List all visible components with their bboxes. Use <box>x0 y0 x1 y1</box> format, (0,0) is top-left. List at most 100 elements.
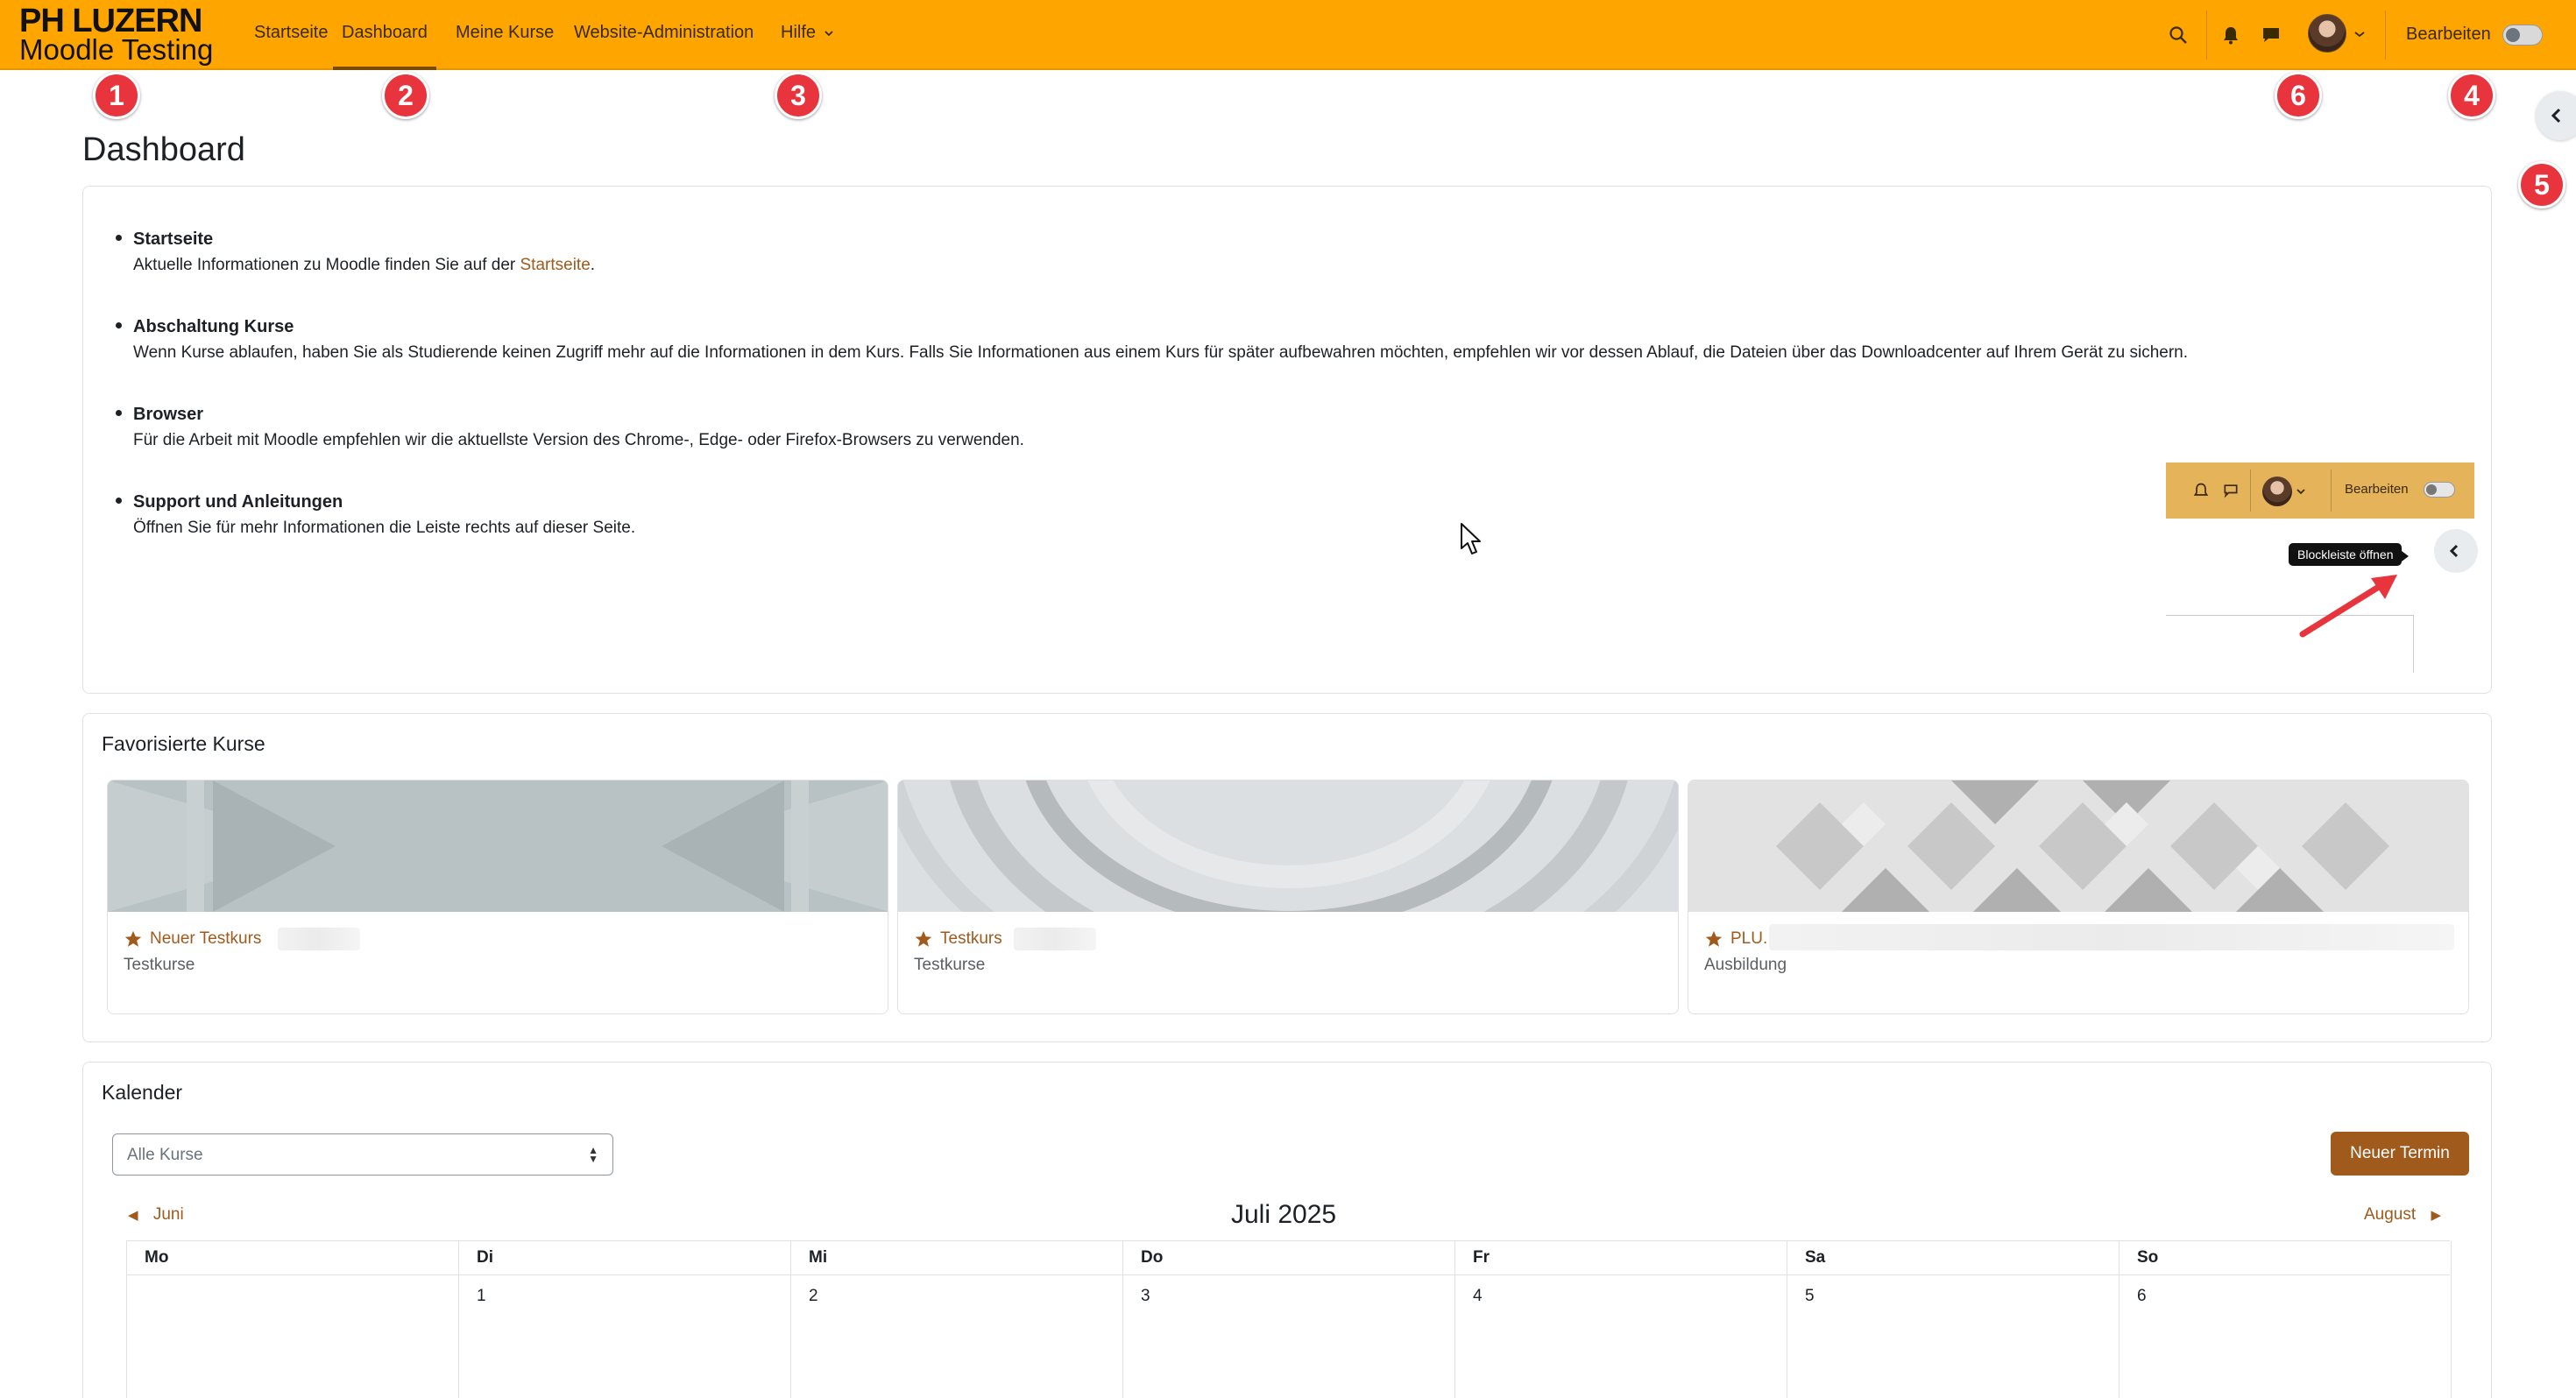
info-text: Wenn Kurse ablaufen, haben Sie als Studi… <box>133 343 2188 362</box>
calendar-grid: Mo Di 1 Mi 2 Do 3 Fr 4 Sa 5 So 6 <box>126 1240 2452 1398</box>
calendar-column: Do 3 <box>1123 1241 1455 1398</box>
avatar[interactable] <box>2308 14 2346 53</box>
annotation-badge-5: 5 <box>2518 161 2565 208</box>
course-category: Testkurse <box>124 956 195 974</box>
calendar-month-title: Juli 2025 <box>1231 1200 1337 1229</box>
course-filter-value: Alle Kurse <box>127 1146 203 1164</box>
info-text: Öffnen Sie für mehr Informationen die Le… <box>133 519 636 537</box>
info-title: Support und Anleitungen <box>133 492 343 512</box>
page-title: Dashboard <box>82 131 245 168</box>
info-title: Abschaltung Kurse <box>133 317 294 336</box>
nav-hilfe-label: Hilfe <box>781 23 817 42</box>
startseite-link[interactable]: Startseite <box>520 256 591 274</box>
hint-edit-label: Bearbeiten <box>2345 482 2409 497</box>
edit-mode-toggle[interactable] <box>2502 25 2543 46</box>
prev-month-label: Juni <box>152 1205 184 1224</box>
nav-dashboard[interactable]: Dashboard <box>333 23 436 70</box>
next-month-link[interactable]: August ▶ <box>2364 1205 2441 1225</box>
calendar-column: Fr 4 <box>1455 1241 1787 1398</box>
info-list: Startseite Aktuelle Informationen zu Moo… <box>116 226 2376 576</box>
chevron-down-icon <box>2296 489 2305 495</box>
annotation-badge-1: 1 <box>93 72 140 119</box>
new-event-button[interactable]: Neuer Termin <box>2331 1132 2469 1176</box>
star-icon[interactable] <box>914 929 933 949</box>
edit-mode-label: Bearbeiten <box>2406 25 2491 44</box>
course-filter-select[interactable]: Alle Kurse ▲ ▼ <box>112 1133 613 1176</box>
open-block-drawer-button[interactable] <box>2536 91 2576 140</box>
calendar-day[interactable]: 5 <box>1805 1287 1815 1306</box>
annotation-badge-6: 6 <box>2275 72 2322 119</box>
weekday-header: Mo <box>145 1248 169 1267</box>
hint-tooltip: Blockleiste öffnen <box>2289 543 2410 566</box>
course-image <box>898 780 1678 912</box>
course-name-link[interactable]: PLU. <box>1730 929 1767 949</box>
hint-drawer-button <box>2434 529 2478 573</box>
hint-toggle <box>2424 482 2455 498</box>
divider <box>2331 470 2332 512</box>
calendar-day[interactable]: 1 <box>477 1287 486 1306</box>
calendar-day[interactable]: 2 <box>809 1287 818 1306</box>
star-icon[interactable] <box>124 929 143 949</box>
chevron-left-icon <box>2449 544 2459 558</box>
calendar-column: Mi 2 <box>791 1241 1123 1398</box>
user-menu-chevron-icon[interactable] <box>2353 30 2366 39</box>
red-arrow-icon <box>2299 575 2397 638</box>
weekday-header: Mi <box>809 1248 828 1267</box>
star-icon[interactable] <box>1704 929 1723 949</box>
bell-icon[interactable] <box>2220 25 2241 46</box>
course-image <box>108 780 888 912</box>
nav-website-administration[interactable]: Website-Administration <box>574 23 754 70</box>
toggle-knob <box>2506 28 2520 42</box>
bell-icon <box>2193 483 2209 496</box>
list-item: Support und Anleitungen Öffnen Sie für m… <box>116 489 2376 541</box>
select-arrows-icon: ▲ ▼ <box>588 1144 598 1165</box>
calendar-column: Mo <box>127 1241 459 1398</box>
info-text-part: . <box>590 256 596 274</box>
message-icon <box>2224 484 2238 498</box>
calendar-day[interactable]: 3 <box>1141 1287 1150 1306</box>
triangle-right-icon: ▶ <box>2431 1208 2441 1223</box>
logo-line2: Moodle Testing <box>19 33 214 66</box>
calendar-column: Sa 5 <box>1787 1241 2120 1398</box>
chevron-down-icon <box>824 31 833 37</box>
message-icon[interactable] <box>2261 25 2282 46</box>
course-card[interactable]: Testkurs Testkurse <box>897 780 1679 1014</box>
search-icon[interactable] <box>2168 25 2189 46</box>
info-title: Startseite <box>133 229 214 249</box>
favorites-title: Favorisierte Kurse <box>102 732 265 755</box>
divider <box>2250 470 2251 512</box>
calendar-column: So 6 <box>2120 1241 2452 1398</box>
weekday-header: Fr <box>1473 1248 1490 1267</box>
site-logo[interactable]: PH LUZERN Moodle Testing <box>19 3 221 66</box>
calendar-day[interactable]: 4 <box>1473 1287 1483 1306</box>
annotation-badge-3: 3 <box>775 72 822 119</box>
course-category: Testkurse <box>914 956 986 974</box>
nav-startseite[interactable]: Startseite <box>254 23 328 70</box>
nav-meine-kurse[interactable]: Meine Kurse <box>456 23 554 70</box>
list-item: Startseite Aktuelle Informationen zu Moo… <box>116 226 2376 279</box>
mouse-cursor-icon <box>1461 523 1481 554</box>
weekday-header: So <box>2137 1248 2159 1267</box>
divider <box>2385 11 2386 60</box>
triangle-left-icon: ◀ <box>128 1208 138 1223</box>
info-text: Aktuelle Informationen zu Moodle finden … <box>133 252 2376 279</box>
next-month-label: August <box>2364 1205 2417 1224</box>
course-card[interactable]: PLU. Ausbildung <box>1688 780 2469 1014</box>
divider <box>2206 11 2207 60</box>
annotation-badge-4: 4 <box>2448 72 2495 119</box>
annotation-badge-2: 2 <box>382 72 429 119</box>
list-item: Abschaltung Kurse Wenn Kurse ablaufen, h… <box>116 314 2376 366</box>
list-item: Browser Für die Arbeit mit Moodle empfeh… <box>116 401 2376 454</box>
weekday-header: Do <box>1141 1248 1164 1267</box>
course-category: Ausbildung <box>1704 956 1787 974</box>
calendar-day[interactable]: 6 <box>2137 1287 2147 1306</box>
chevron-left-icon <box>2551 108 2561 124</box>
course-card[interactable]: Neuer Testkurs Testkurse <box>107 780 888 1014</box>
weekday-header: Di <box>477 1248 493 1267</box>
logo-line1: PH LUZERN <box>19 3 202 39</box>
prev-month-link[interactable]: ◀ Juni <box>128 1205 184 1225</box>
course-name-link[interactable]: Neuer Testkurs <box>150 929 261 949</box>
course-image <box>1688 780 2468 912</box>
nav-hilfe[interactable]: Hilfe <box>781 23 834 70</box>
course-name-link[interactable]: Testkurs <box>940 929 1002 949</box>
